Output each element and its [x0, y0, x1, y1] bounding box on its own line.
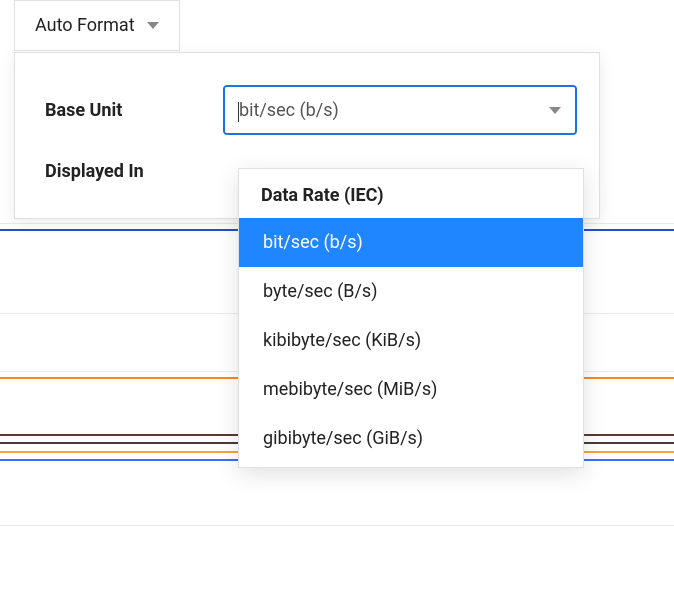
dropdown-item-byte-sec[interactable]: byte/sec (B/s): [239, 267, 583, 316]
dropdown-item-mebibyte-sec[interactable]: mebibyte/sec (MiB/s): [239, 365, 583, 414]
auto-format-tab[interactable]: Auto Format: [15, 1, 179, 50]
dropdown-item-kibibyte-sec[interactable]: kibibyte/sec (KiB/s): [239, 316, 583, 365]
auto-format-tab-container: Auto Format: [14, 0, 180, 51]
dropdown-item-bit-sec[interactable]: bit/sec (b/s): [239, 218, 583, 267]
displayed-in-label: Displayed In: [45, 161, 223, 182]
base-unit-label: Base Unit: [45, 100, 223, 121]
base-unit-dropdown: Data Rate (IEC) bit/sec (b/s) byte/sec (…: [238, 168, 584, 468]
dropdown-item-gibibyte-sec[interactable]: gibibyte/sec (GiB/s): [239, 414, 583, 463]
dropdown-group-header: Data Rate (IEC): [239, 169, 583, 218]
tab-label: Auto Format: [35, 15, 135, 36]
base-unit-combo[interactable]: bit/sec (b/s): [223, 85, 577, 135]
base-unit-value: bit/sec (b/s): [239, 100, 339, 121]
caret-down-icon: [549, 107, 561, 114]
caret-down-icon: [147, 22, 159, 29]
